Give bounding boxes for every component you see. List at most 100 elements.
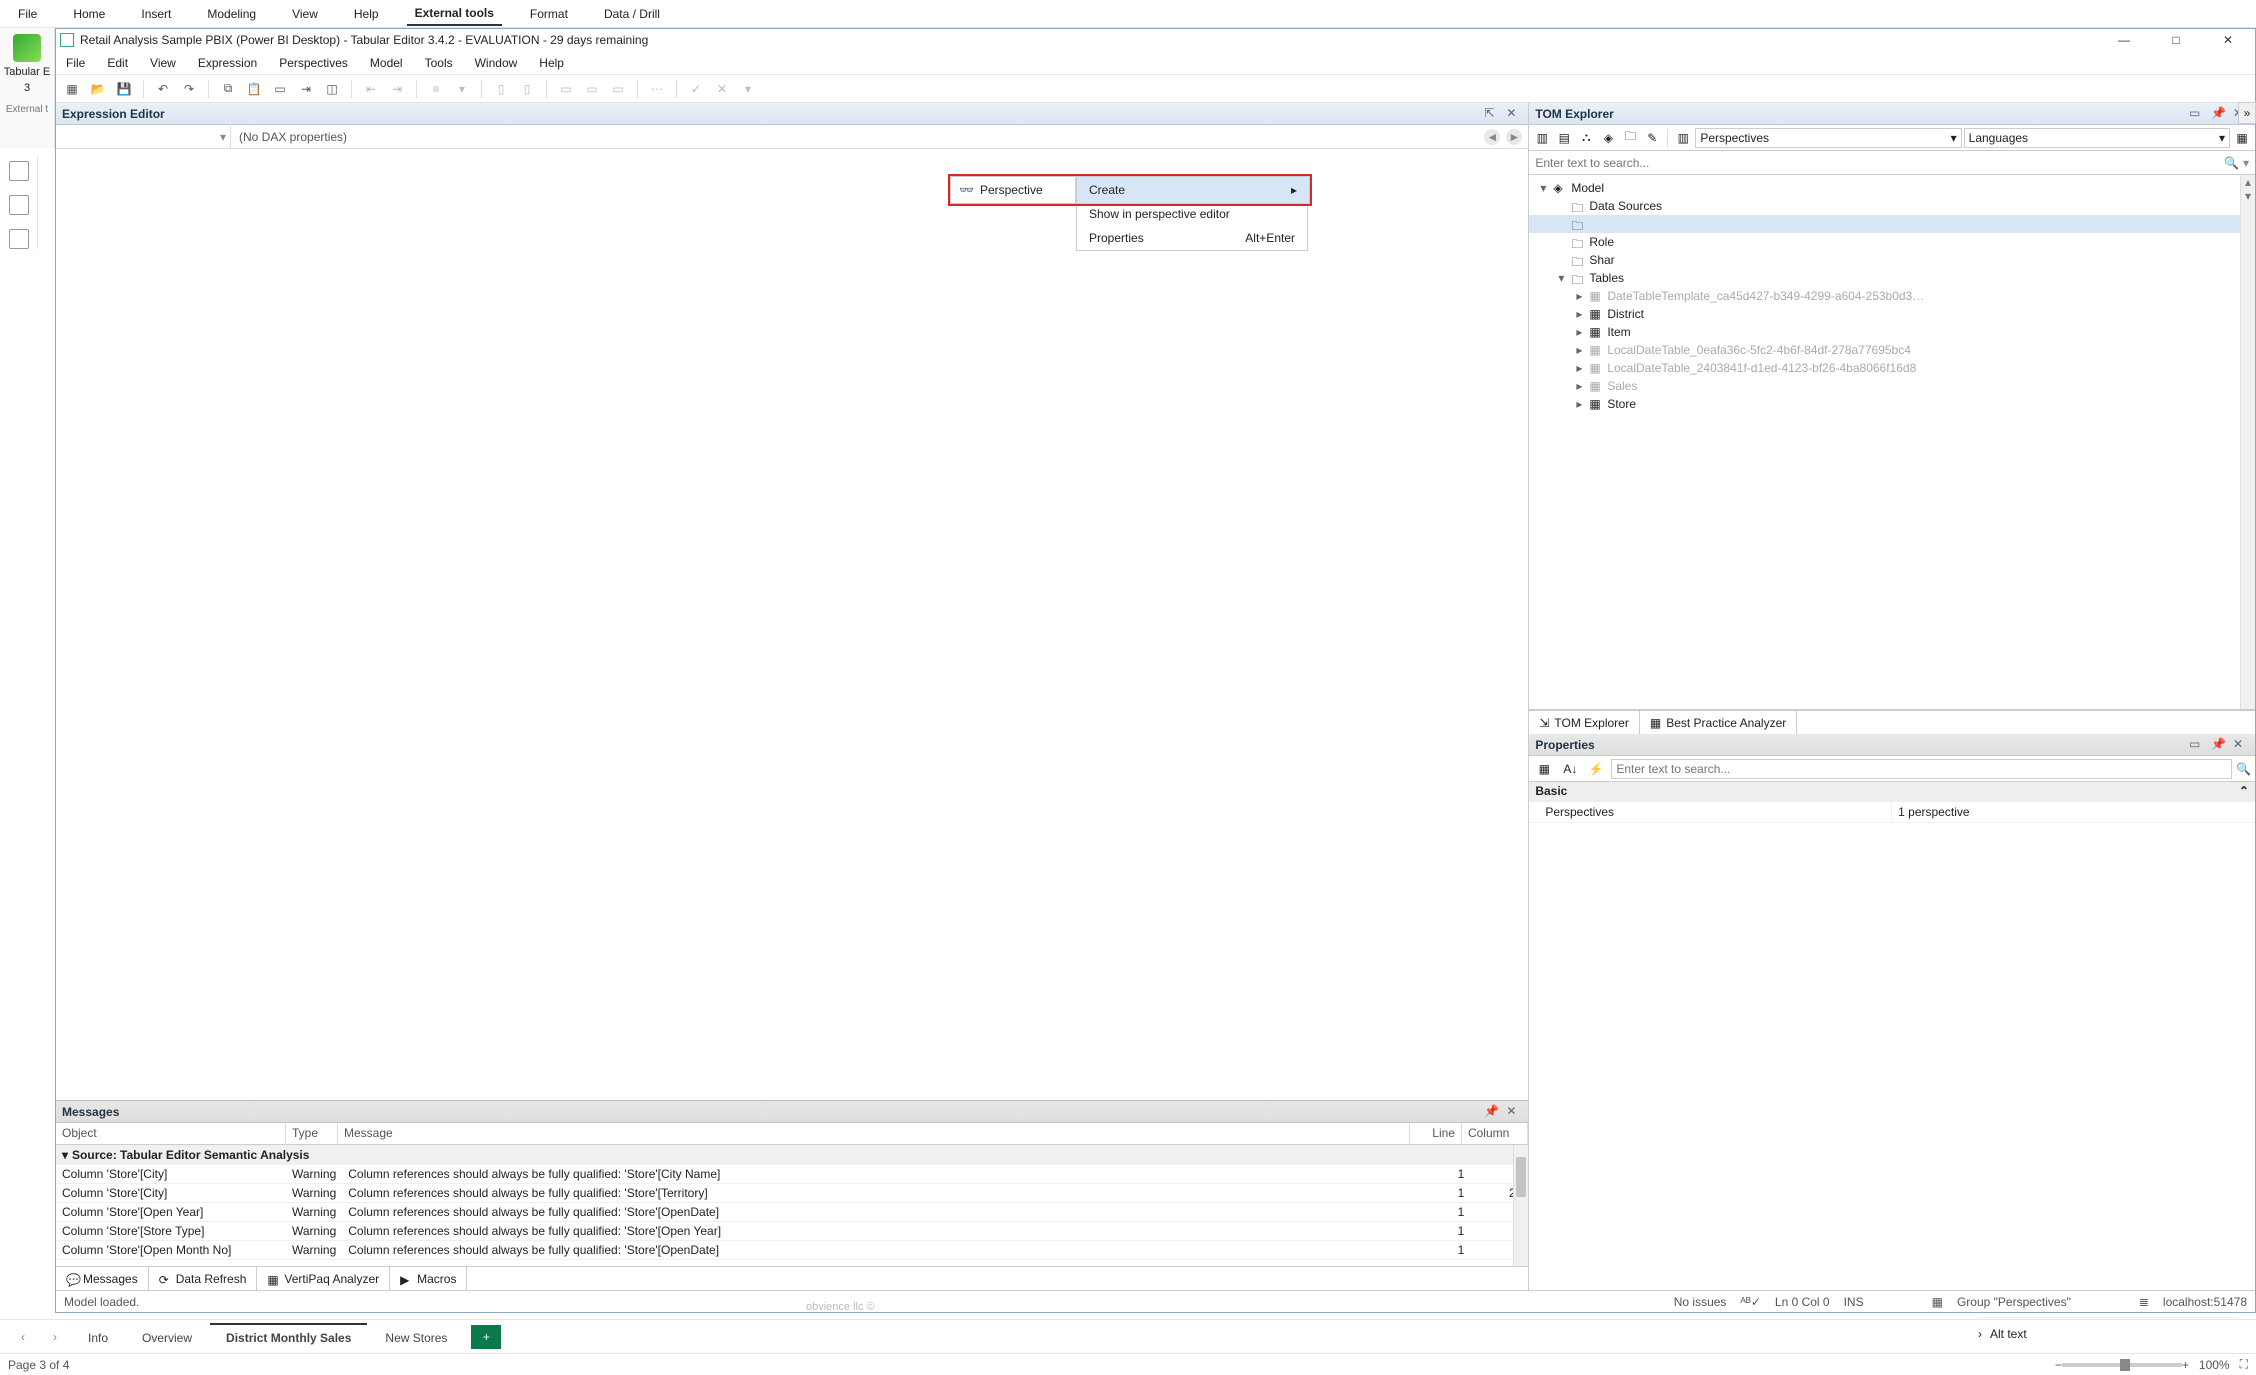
pbi-ribbon-insert[interactable]: Insert — [133, 3, 179, 25]
col-column[interactable]: Column — [1462, 1123, 1528, 1144]
maximize-button[interactable]: □ — [2153, 29, 2199, 51]
cube-icon[interactable]: ◈ — [1598, 128, 1618, 148]
menu-tools[interactable]: Tools — [421, 54, 457, 72]
model-view-icon[interactable] — [9, 229, 29, 249]
paste-icon[interactable]: 📋 — [244, 79, 264, 99]
view-list-icon[interactable]: ▥ — [1532, 128, 1552, 148]
add-sheet-button[interactable]: + — [471, 1325, 501, 1349]
tree-table-district[interactable]: ▸▦District — [1529, 305, 2255, 323]
nav-back-icon[interactable]: ◄ — [1484, 129, 1500, 145]
props-pin-icon[interactable]: 📌 — [2211, 737, 2227, 753]
new-icon[interactable]: ▦ — [62, 79, 82, 99]
zoom-out-icon[interactable]: − — [2055, 1358, 2062, 1372]
right-collapse-chevron-icon[interactable]: » — [2238, 102, 2256, 124]
menu-window[interactable]: Window — [471, 54, 522, 72]
undo-icon[interactable]: ↶ — [153, 79, 173, 99]
tree-model[interactable]: ▾◈Model — [1529, 179, 2255, 197]
close-icon[interactable]: ✕ — [1506, 106, 1522, 122]
menu-file[interactable]: File — [62, 54, 89, 72]
view-detail-icon[interactable]: ▤ — [1554, 128, 1574, 148]
tom-pin-icon[interactable]: 📌 — [2211, 106, 2227, 122]
tom-window-icon[interactable]: ▭ — [2189, 106, 2205, 122]
hierarchy-icon[interactable]: ⛬ — [1576, 128, 1596, 148]
subtab-macros[interactable]: ▶Macros — [390, 1267, 467, 1290]
script-icon[interactable]: ▭ — [270, 79, 290, 99]
subtab-data-refresh[interactable]: ⟳Data Refresh — [149, 1267, 258, 1290]
message-row[interactable]: Column 'Store'[City]WarningColumn refere… — [56, 1165, 1528, 1184]
menu-help[interactable]: Help — [535, 54, 568, 72]
properties-row[interactable]: Perspectives 1 perspective — [1529, 802, 2255, 823]
perspectives-dropdown[interactable]: Perspectives▾ — [1695, 128, 1961, 148]
col-type[interactable]: Type — [286, 1123, 338, 1144]
properties-category[interactable]: Basic⌃ — [1529, 782, 2255, 802]
tree-perspectives-selected[interactable]: 🗀 — [1529, 215, 2255, 233]
tree-tables[interactable]: ▾🗀Tables — [1529, 269, 2255, 287]
pbi-ribbon-format[interactable]: Format — [522, 3, 576, 25]
report-view-icon[interactable] — [9, 161, 29, 181]
data-view-icon[interactable] — [9, 195, 29, 215]
languages-dropdown[interactable]: Languages▾ — [1964, 128, 2230, 148]
tab-tom-explorer[interactable]: ⇲TOM Explorer — [1529, 711, 1640, 734]
folder-icon[interactable]: 🗀 — [1620, 128, 1640, 148]
sheet-nav-next-icon[interactable]: › — [40, 1324, 70, 1350]
properties-search-input[interactable] — [1611, 759, 2232, 779]
messages-pin-icon[interactable]: 📌 — [1484, 1104, 1500, 1120]
save-icon[interactable]: 💾 — [114, 79, 134, 99]
tom-search-input[interactable] — [1535, 156, 2220, 170]
pbi-ribbon-home[interactable]: Home — [65, 3, 113, 25]
tabular-editor-logo-icon[interactable] — [13, 34, 41, 62]
sheet-overview[interactable]: Overview — [126, 1323, 208, 1351]
sheet-new-stores[interactable]: New Stores — [369, 1323, 463, 1351]
sheet-nav-prev-icon[interactable]: ‹ — [8, 1324, 38, 1350]
tree-roles[interactable]: 🗀Role — [1529, 233, 2255, 251]
pbi-ribbon-external-tools[interactable]: External tools — [407, 2, 502, 26]
tree-data-sources[interactable]: 🗀Data Sources — [1529, 197, 2255, 215]
extra-icon[interactable]: ▦ — [2232, 128, 2252, 148]
props-close-icon[interactable]: ✕ — [2233, 737, 2249, 753]
col-object[interactable]: Object — [56, 1123, 286, 1144]
close-button[interactable]: ✕ — [2205, 29, 2251, 51]
tree-table-sales[interactable]: ▸▦Sales — [1529, 377, 2255, 395]
open-icon[interactable]: 📂 — [88, 79, 108, 99]
subtab-vertipaq[interactable]: ▦VertiPaq Analyzer — [257, 1267, 390, 1290]
format-icon[interactable]: ⇥ — [296, 79, 316, 99]
ctx-create[interactable]: Create ▸ — [1077, 177, 1309, 203]
tree-scrollbar[interactable]: ▴▾ — [2240, 175, 2255, 709]
pbi-ribbon-data-drill[interactable]: Data / Drill — [596, 3, 668, 25]
sheet-district-monthly[interactable]: District Monthly Sales — [210, 1323, 367, 1351]
zoom-slider[interactable] — [2062, 1363, 2182, 1367]
messages-scrollbar[interactable] — [1513, 1145, 1528, 1266]
subtab-messages[interactable]: 💬Messages — [56, 1267, 149, 1290]
ctx-perspective[interactable]: 👓 Perspective — [951, 177, 1075, 203]
search-icon[interactable]: 🔍 — [2236, 762, 2251, 776]
pbi-ribbon-help[interactable]: Help — [346, 3, 387, 25]
search-dd-icon[interactable]: ▾ — [2243, 156, 2249, 170]
pbi-ribbon-view[interactable]: View — [284, 3, 326, 25]
message-row[interactable]: Column 'Store'[Open Year]WarningColumn r… — [56, 1203, 1528, 1222]
sheet-info[interactable]: Info — [72, 1323, 124, 1351]
tree-table-template[interactable]: ▸▦DateTableTemplate_ca45d427-b349-4299-a… — [1529, 287, 2255, 305]
tree-shared[interactable]: 🗀Shar — [1529, 251, 2255, 269]
col-message[interactable]: Message — [338, 1123, 1410, 1144]
message-row[interactable]: Column 'Store'[City]WarningColumn refere… — [56, 1184, 1528, 1203]
menu-edit[interactable]: Edit — [103, 54, 132, 72]
messages-group[interactable]: ▾ Source: Tabular Editor Semantic Analys… — [56, 1145, 1528, 1165]
tree-table-store[interactable]: ▸▦Store — [1529, 395, 2255, 413]
props-window-icon[interactable]: ▭ — [2189, 737, 2205, 753]
sort-icon[interactable]: A↓ — [1559, 758, 1581, 780]
pbi-ribbon-file[interactable]: File — [10, 3, 45, 25]
messages-close-icon[interactable]: ✕ — [1506, 1104, 1522, 1120]
redo-icon[interactable]: ↷ — [179, 79, 199, 99]
alt-text-row[interactable]: › Alt text — [1978, 1317, 2238, 1349]
menu-expression[interactable]: Expression — [194, 54, 261, 72]
edit-icon[interactable]: ✎ — [1642, 128, 1662, 148]
menu-perspectives[interactable]: Perspectives — [275, 54, 352, 72]
search-icon[interactable]: 🔍 — [2224, 156, 2239, 170]
cat-icon[interactable]: ▦ — [1533, 758, 1555, 780]
pin-icon[interactable]: ⇱ — [1484, 106, 1500, 122]
message-row[interactable]: Column 'Store'[Store Type]WarningColumn … — [56, 1222, 1528, 1241]
message-row[interactable]: Column 'Store'[Open Month No]WarningColu… — [56, 1241, 1528, 1260]
minimize-button[interactable]: — — [2101, 29, 2147, 51]
nav-fwd-icon[interactable]: ► — [1506, 129, 1522, 145]
fit-page-icon[interactable]: ⛶ — [2240, 1357, 2248, 1372]
